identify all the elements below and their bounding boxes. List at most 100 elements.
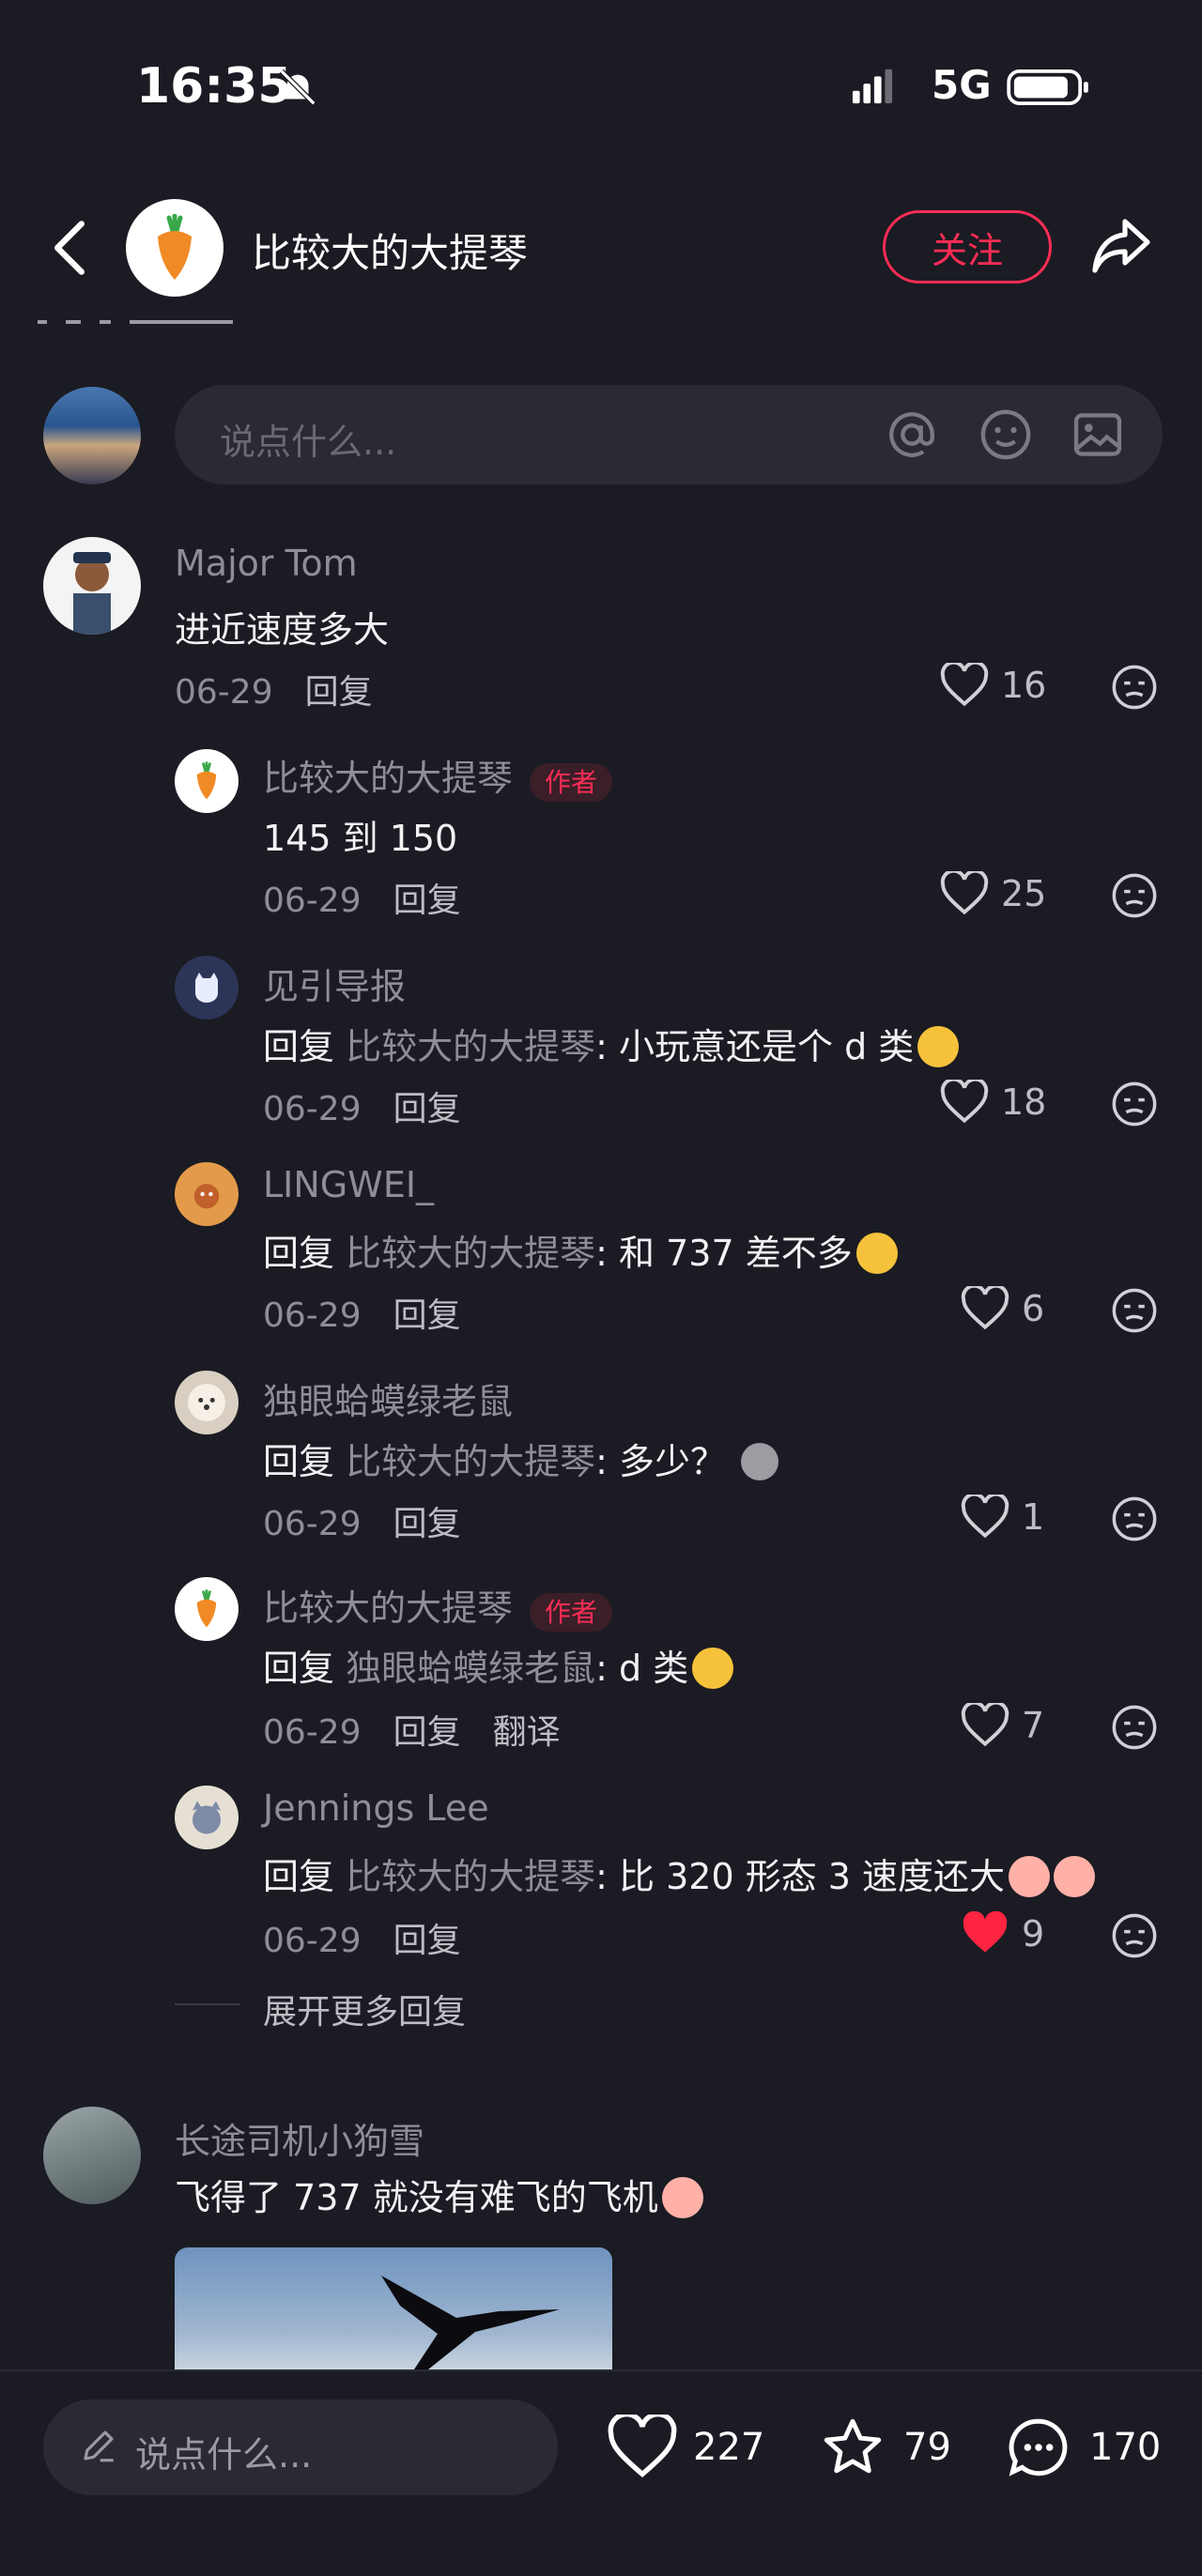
reply-meta: 06-29 回复 xyxy=(263,1496,461,1545)
reply-date: 06-29 xyxy=(263,1296,362,1335)
avatar[interactable] xyxy=(43,2107,141,2204)
reply-username[interactable]: 独眼蛤蟆绿老鼠 xyxy=(263,1372,513,1424)
reply-button[interactable]: 回复 xyxy=(393,1922,461,1960)
reply-target[interactable]: 比较大的大提琴 xyxy=(346,1026,595,1067)
avatar[interactable] xyxy=(175,956,239,1020)
reply-target[interactable]: 独眼蛤蟆绿老鼠 xyxy=(346,1648,595,1689)
heart-icon xyxy=(961,1495,1009,1539)
dislike-icon[interactable] xyxy=(1110,663,1159,712)
reply-button[interactable]: 回复 xyxy=(393,1296,461,1335)
bottom-input-placeholder: 说点什么... xyxy=(135,2434,313,2476)
like-button[interactable]: 25 xyxy=(939,871,1046,916)
dislike-icon[interactable] xyxy=(1110,1080,1159,1128)
cartoon-cat-icon xyxy=(193,1801,221,1834)
like-button-liked[interactable]: 9 xyxy=(960,1911,1044,1956)
dislike-icon[interactable] xyxy=(1110,1495,1159,1543)
reply-prefix: 回复 xyxy=(263,1648,335,1689)
reply-meta: 06-29 回复 翻译 xyxy=(263,1705,561,1754)
reply-meta: 06-29 回复 xyxy=(263,873,461,922)
reply-button[interactable]: 回复 xyxy=(393,882,461,920)
comment-count: 170 xyxy=(1089,2426,1162,2469)
like-count: 1 xyxy=(1022,1496,1045,1538)
expand-more-replies-button[interactable]: 展开更多回复 xyxy=(263,1985,466,2033)
laugh-emoji-icon xyxy=(917,1025,960,1067)
reply-target[interactable]: 比较大的大提琴 xyxy=(346,1441,595,1482)
like-button[interactable]: 18 xyxy=(939,1080,1046,1125)
star-icon xyxy=(824,2418,882,2474)
avatar[interactable] xyxy=(175,1786,239,1849)
author-name[interactable]: 比较大的大提琴 xyxy=(252,222,528,279)
comments-button[interactable]: 170 xyxy=(1003,2415,1161,2480)
reply-body: : 比 320 形态 3 速度还大 xyxy=(595,1856,1006,1897)
follow-button[interactable]: 关注 xyxy=(883,210,1052,284)
reply-button[interactable]: 回复 xyxy=(305,673,373,712)
pencil-icon xyxy=(84,2430,114,2462)
dislike-icon[interactable] xyxy=(1110,871,1159,920)
back-icon[interactable] xyxy=(49,218,90,278)
reply-button[interactable]: 回复 xyxy=(393,1090,461,1128)
reply-date: 06-29 xyxy=(263,1713,362,1752)
mute-bell-icon xyxy=(279,69,316,106)
post-like-count: 227 xyxy=(693,2426,765,2469)
avatar[interactable] xyxy=(175,1577,239,1641)
heart-icon xyxy=(940,1080,989,1124)
mention-icon[interactable] xyxy=(885,407,939,462)
reply-date: 06-29 xyxy=(263,1090,362,1128)
dog-icon xyxy=(188,1384,225,1421)
like-button[interactable]: 7 xyxy=(960,1703,1044,1748)
thinking-emoji-icon xyxy=(741,1442,779,1480)
comment-image[interactable] xyxy=(175,2247,612,2369)
comment-meta: 06-29 回复 xyxy=(175,665,373,713)
dislike-icon[interactable] xyxy=(1110,1911,1159,1960)
like-button[interactable]: 1 xyxy=(960,1495,1044,1540)
avatar[interactable] xyxy=(175,749,239,813)
avatar[interactable] xyxy=(175,1162,239,1226)
reply-meta: 06-29 回复 xyxy=(263,1081,461,1130)
reply-username[interactable]: Jennings Lee xyxy=(263,1787,489,1829)
reply-username[interactable]: 见引导报 xyxy=(263,958,406,1009)
post-like-button[interactable]: 227 xyxy=(607,2415,764,2480)
reply-text: 145 到 150 xyxy=(263,818,458,859)
share-icon[interactable] xyxy=(1089,216,1153,276)
comment-username[interactable]: Major Tom xyxy=(175,543,358,584)
translate-button[interactable]: 翻译 xyxy=(493,1713,561,1752)
avatar[interactable] xyxy=(43,537,141,635)
image-icon[interactable] xyxy=(1071,407,1125,462)
carrot-icon xyxy=(158,214,192,280)
comment-username[interactable]: 长途司机小狗雪 xyxy=(175,2112,424,2164)
reply-body: : 小玩意还是个 d 类 xyxy=(595,1026,915,1067)
reply-username-text[interactable]: 比较大的大提琴 xyxy=(263,1587,513,1629)
like-count: 18 xyxy=(1001,1081,1047,1123)
heart-icon xyxy=(940,871,989,915)
reply-body: : 多少？ xyxy=(595,1441,727,1482)
reply-username[interactable]: LINGWEI_ xyxy=(263,1164,434,1205)
reply-target[interactable]: 比较大的大提琴 xyxy=(346,1856,595,1897)
reply-text: 回复 比较大的大提琴: 和 737 差不多 xyxy=(263,1224,898,1277)
reply-target[interactable]: 比较大的大提琴 xyxy=(346,1233,595,1274)
reply-text: 回复 比较大的大提琴: 比 320 形态 3 速度还大 xyxy=(263,1848,1096,1900)
author-avatar[interactable] xyxy=(126,199,223,297)
reply-button[interactable]: 回复 xyxy=(393,1713,461,1752)
clipped-text-fragment xyxy=(38,310,338,330)
like-button[interactable]: 16 xyxy=(939,663,1046,708)
like-button[interactable]: 6 xyxy=(960,1286,1044,1331)
signal-icon xyxy=(852,69,893,104)
reply-date: 06-29 xyxy=(263,882,362,920)
reply-body: : d 类 xyxy=(595,1648,689,1689)
dislike-icon[interactable] xyxy=(1110,1286,1159,1335)
dislike-icon[interactable] xyxy=(1110,1703,1159,1752)
reply-username-text[interactable]: 比较大的大提琴 xyxy=(263,758,513,799)
my-avatar xyxy=(43,387,141,484)
reply-button[interactable]: 回复 xyxy=(393,1505,461,1543)
reply-text: 回复 比较大的大提琴: 多少？ xyxy=(263,1433,779,1484)
reply-date: 06-29 xyxy=(263,1505,362,1543)
heart-icon xyxy=(608,2415,677,2478)
carrot-icon xyxy=(196,1589,217,1628)
favorite-button[interactable]: 79 xyxy=(817,2415,951,2480)
reply-text: 回复 比较大的大提琴: 小玩意还是个 d 类 xyxy=(263,1018,960,1070)
reply-prefix: 回复 xyxy=(263,1856,335,1897)
reply-username: 比较大的大提琴 作者 xyxy=(263,749,613,802)
heart-icon xyxy=(961,1703,1009,1747)
emoji-icon[interactable] xyxy=(979,407,1033,462)
avatar[interactable] xyxy=(175,1371,239,1434)
